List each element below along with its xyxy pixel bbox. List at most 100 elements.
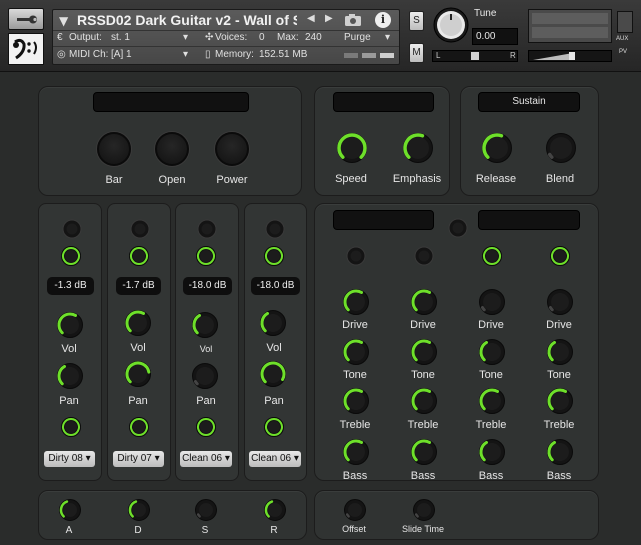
output-dropdown-icon[interactable]: ▾: [183, 32, 188, 43]
amp2-treble-knob[interactable]: [409, 386, 439, 416]
ch1-power-knob[interactable]: [62, 219, 82, 239]
amp3-enable-toggle[interactable]: [481, 245, 503, 267]
output-value[interactable]: st. 1: [111, 32, 130, 43]
midi-dropdown-icon[interactable]: ▾: [183, 49, 188, 60]
ch2-vol-knob[interactable]: [123, 308, 153, 338]
pv-button[interactable]: PV: [619, 49, 627, 55]
purge-dropdown-icon[interactable]: ▾: [385, 32, 390, 43]
amp-link-knob[interactable]: [448, 218, 468, 238]
bass-clef-icon[interactable]: [8, 33, 44, 65]
ch4-power-knob[interactable]: [265, 219, 285, 239]
amp2-drive-knob[interactable]: [409, 287, 439, 317]
ch3-vol-knob[interactable]: [190, 310, 220, 340]
pan-slider-thumb[interactable]: [471, 52, 479, 60]
release-knob[interactable]: [479, 130, 515, 166]
sustain-knob[interactable]: [194, 498, 218, 522]
amp-b-name-display: [478, 210, 580, 230]
amp1-bass-knob[interactable]: [341, 437, 371, 467]
amp3-treble-knob[interactable]: [477, 386, 507, 416]
amp1-drive-knob[interactable]: [341, 287, 371, 317]
ch2-pan-knob[interactable]: [123, 359, 153, 389]
attack-knob[interactable]: [58, 498, 82, 522]
amp2-tone-label: Tone: [411, 369, 435, 381]
amp3-drive-knob[interactable]: [477, 287, 507, 317]
amp4-drive-knob[interactable]: [545, 287, 575, 317]
amp2-tone-knob[interactable]: [409, 337, 439, 367]
ch1-toggle[interactable]: [60, 416, 82, 438]
amp2-bass-label: Bass: [410, 470, 436, 482]
solo-button[interactable]: S: [409, 11, 424, 31]
slide-time-knob[interactable]: [412, 498, 436, 522]
amp4-tone-knob[interactable]: [545, 337, 575, 367]
ch2-enable-toggle[interactable]: [128, 245, 150, 267]
amp4-enable-toggle[interactable]: [549, 245, 571, 267]
aux-button[interactable]: AUX: [616, 36, 628, 42]
offset-knob[interactable]: [343, 498, 367, 522]
ch4-preset-dropdown[interactable]: Clean 06 ▾: [249, 451, 301, 467]
ch1-enable-toggle[interactable]: [60, 245, 82, 267]
speed-knob[interactable]: [334, 130, 370, 166]
blend-label: Blend: [545, 173, 575, 185]
pan-left-label: L: [436, 51, 441, 60]
amp1-bass-label: Bass: [342, 470, 368, 482]
amp1-tone-label: Tone: [343, 369, 367, 381]
ch4-enable-toggle[interactable]: [263, 245, 285, 267]
amp3-tone-knob[interactable]: [477, 337, 507, 367]
amp4-bass-knob[interactable]: [545, 437, 575, 467]
ch3-toggle[interactable]: [195, 416, 217, 438]
next-instrument-icon[interactable]: ▶: [325, 13, 333, 24]
ch3-power-knob[interactable]: [197, 219, 217, 239]
tune-value[interactable]: 0.00: [472, 28, 518, 45]
slide-time-label: Slide Time: [401, 524, 445, 534]
amp3-bass-knob[interactable]: [477, 437, 507, 467]
power-label: Power: [216, 174, 248, 186]
ch4-toggle[interactable]: [263, 416, 285, 438]
ch1-pan-knob[interactable]: [55, 361, 85, 391]
amp4-tone-label: Tone: [547, 369, 571, 381]
midi-channel-value[interactable]: [A] 1: [111, 49, 132, 60]
amp2-power-knob[interactable]: [414, 246, 434, 266]
amp1-treble-knob[interactable]: [341, 386, 371, 416]
open-knob[interactable]: [155, 132, 189, 166]
bar-knob[interactable]: [97, 132, 131, 166]
purge-button[interactable]: Purge: [344, 32, 371, 43]
pan-slider[interactable]: L R: [432, 50, 518, 62]
ch2-toggle[interactable]: [128, 416, 150, 438]
ch3-preset-dropdown[interactable]: Clean 06 ▾: [180, 451, 232, 467]
power-knob[interactable]: [215, 132, 249, 166]
collapse-caret-icon[interactable]: ▼: [59, 14, 68, 28]
amp4-treble-knob[interactable]: [545, 386, 575, 416]
instrument-name[interactable]: RSSD02 Dark Guitar v2 - Wall of Sou: [77, 12, 297, 30]
ch2-preset-dropdown[interactable]: Dirty 07 ▾: [113, 451, 164, 467]
blend-knob[interactable]: [543, 130, 579, 166]
tune-knob[interactable]: [432, 6, 470, 44]
amp1-power-knob[interactable]: [346, 246, 366, 266]
ch3-pan-knob[interactable]: [190, 361, 220, 391]
decay-knob[interactable]: [127, 498, 151, 522]
ch2-power-knob[interactable]: [130, 219, 150, 239]
ch4-pan-knob[interactable]: [258, 359, 288, 389]
wrench-icon[interactable]: [8, 8, 44, 30]
level-meter: [528, 9, 612, 43]
amp1-treble-label: Treble: [339, 419, 371, 431]
ch1-preset-dropdown[interactable]: Dirty 08 ▾: [44, 451, 95, 467]
ch4-vol-knob[interactable]: [258, 308, 288, 338]
max-voices-value[interactable]: 240: [305, 32, 322, 43]
ch1-vol-knob[interactable]: [55, 310, 85, 340]
release-env-knob[interactable]: [263, 498, 287, 522]
release-label: Release: [475, 173, 517, 185]
aux-indicator: [617, 11, 633, 33]
ch3-pan-label: Pan: [196, 395, 216, 407]
top-mid-name-display: [333, 92, 434, 112]
prev-instrument-icon[interactable]: ◀: [307, 13, 315, 24]
amp2-bass-knob[interactable]: [409, 437, 439, 467]
bar-label: Bar: [105, 174, 123, 186]
info-icon[interactable]: i: [375, 12, 391, 28]
emphasis-knob[interactable]: [400, 130, 436, 166]
amp1-tone-knob[interactable]: [341, 337, 371, 367]
camera-icon[interactable]: [343, 12, 363, 28]
ch3-enable-toggle[interactable]: [195, 245, 217, 267]
ch2-db-display: -1.7 dB: [116, 277, 161, 295]
mute-button[interactable]: M: [409, 43, 424, 63]
volume-slider[interactable]: [528, 50, 612, 62]
